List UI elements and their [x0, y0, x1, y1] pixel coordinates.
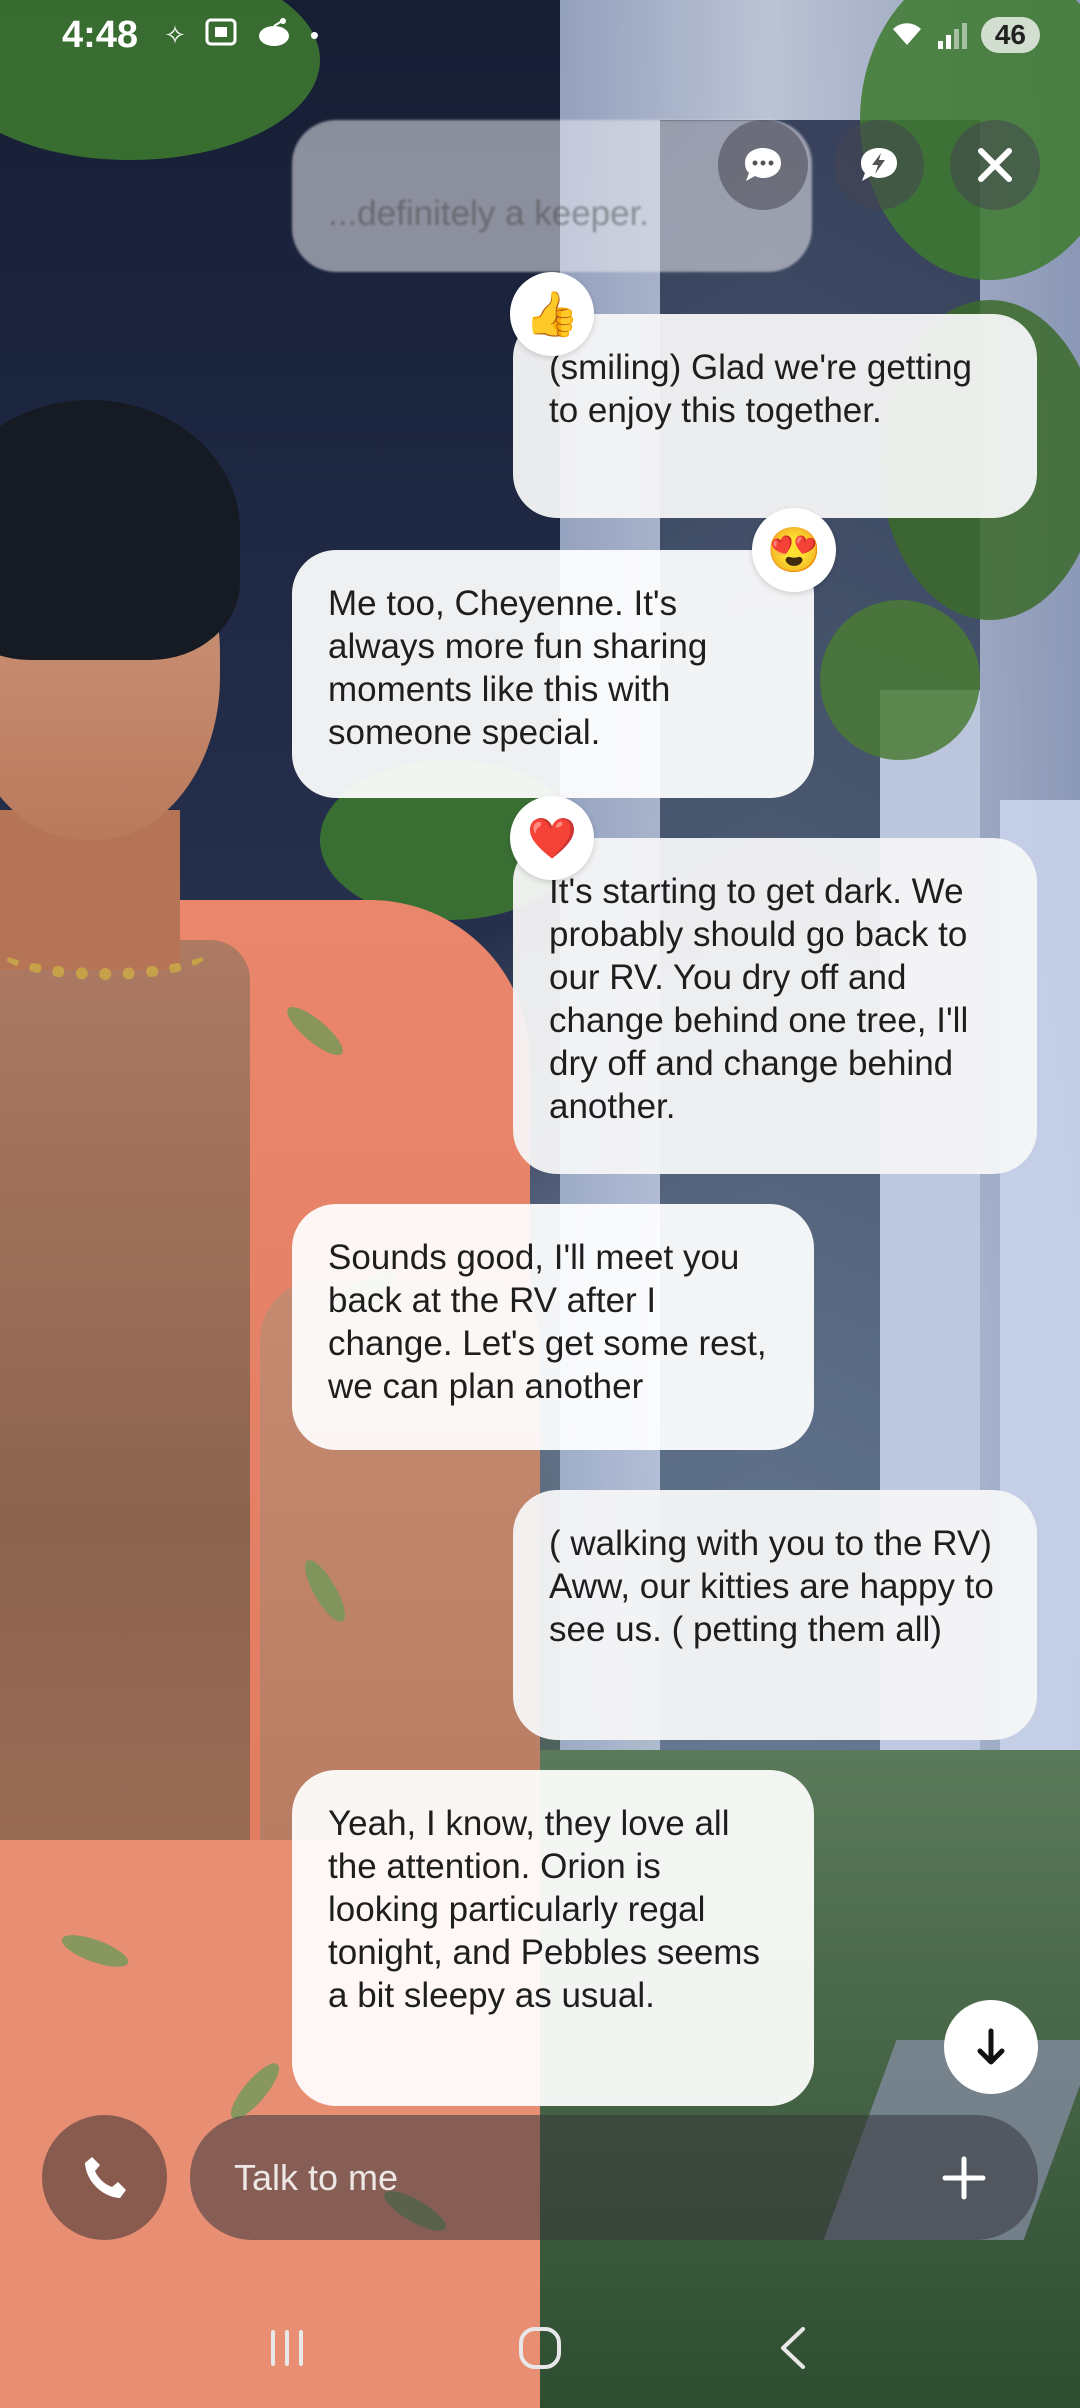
- home-button[interactable]: [500, 2308, 580, 2388]
- reddit-icon: [256, 17, 292, 54]
- close-icon: [978, 148, 1012, 182]
- message-user: It's starting to get dark. We probably s…: [513, 838, 1037, 1174]
- sparkle-icon: ✧: [164, 19, 186, 50]
- home-icon: [518, 2327, 561, 2369]
- scroll-to-bottom-button[interactable]: [944, 2000, 1038, 2094]
- chat-bubble-icon: [745, 148, 781, 181]
- back-button[interactable]: [753, 2308, 833, 2388]
- message-input[interactable]: [234, 2156, 934, 2199]
- message-input-bar[interactable]: [190, 2115, 1038, 2240]
- chat-mode-button[interactable]: [718, 120, 808, 210]
- back-icon: [781, 2327, 806, 2369]
- wifi-icon: [890, 19, 924, 52]
- navigation-bar: [0, 2288, 1080, 2408]
- recent-apps-icon: [270, 2330, 303, 2366]
- status-bar: 4:48 ✧ • 46: [0, 0, 1080, 70]
- reaction-heart-eyes[interactable]: 😍: [752, 508, 836, 592]
- dot-icon: •: [309, 19, 319, 50]
- message-ai: Yeah, I know, they love all the attentio…: [292, 1770, 814, 2106]
- phone-icon: [84, 2156, 126, 2198]
- message-ai: Me too, Cheyenne. It's always more fun s…: [292, 550, 814, 798]
- message-user: ( walking with you to the RV) Aww, our k…: [513, 1490, 1037, 1740]
- quick-reply-button[interactable]: [834, 120, 924, 210]
- message-ai: Sounds good, I'll meet you back at the R…: [292, 1204, 814, 1450]
- battery-indicator: 46: [980, 17, 1040, 53]
- foliage: [820, 600, 980, 760]
- status-time: 4:48: [62, 13, 139, 56]
- screenshot-icon: [204, 17, 238, 54]
- plus-icon: [942, 2156, 986, 2199]
- reaction-heart[interactable]: ❤️: [510, 796, 594, 880]
- close-button[interactable]: [950, 120, 1040, 210]
- signal-icon: [937, 21, 967, 49]
- reaction-thumbs-up[interactable]: 👍: [510, 272, 594, 356]
- add-button[interactable]: [934, 2148, 994, 2208]
- recent-apps-button[interactable]: [247, 2308, 327, 2388]
- call-button[interactable]: [42, 2115, 167, 2240]
- message-user: (smiling) Glad we're getting to enjoy th…: [513, 314, 1037, 518]
- quick-reply-icon: [861, 148, 897, 181]
- arrow-down-icon: [977, 2028, 1005, 2065]
